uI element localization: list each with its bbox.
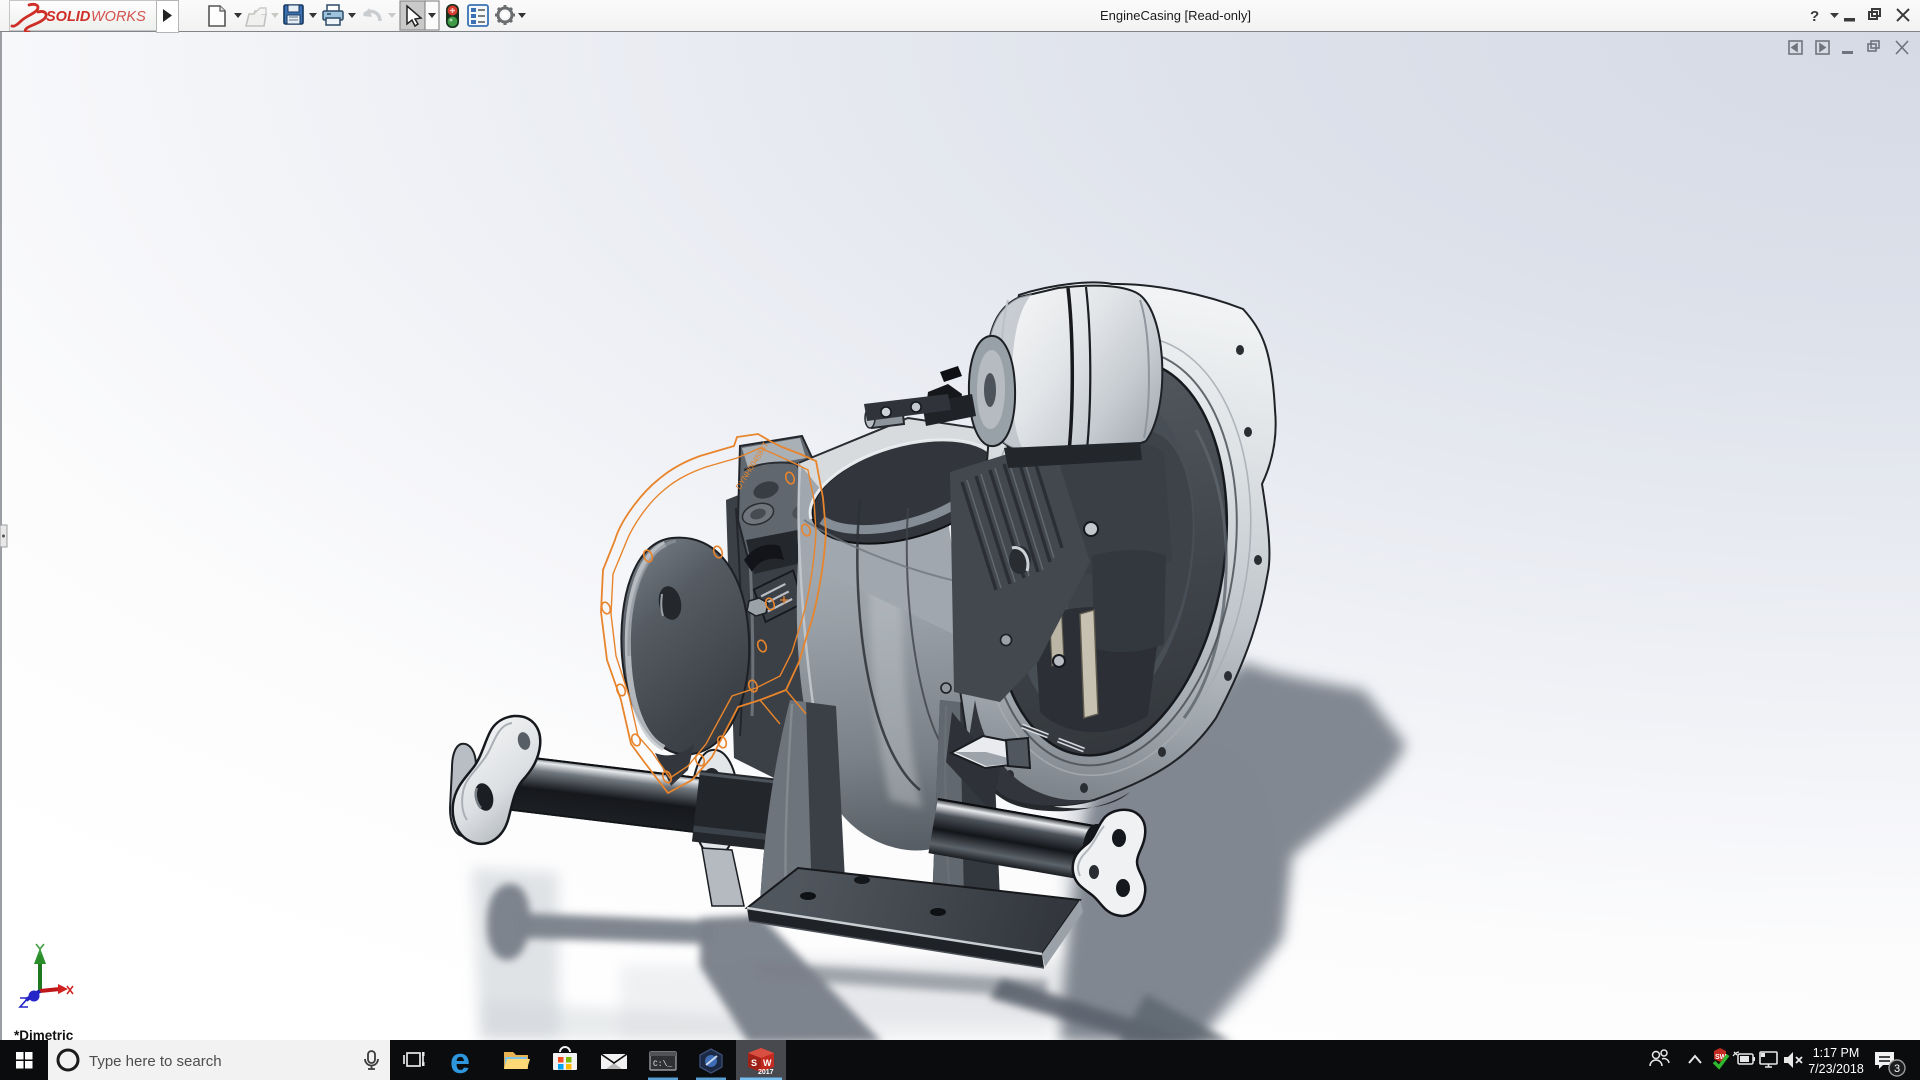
svg-text:*Dimetric: *Dimetric (14, 1028, 74, 1040)
svg-text:Type here to search: Type here to search (89, 1053, 222, 1070)
svg-text:?: ? (1810, 8, 1819, 25)
svg-text:WORKS: WORKS (91, 9, 146, 25)
svg-text:e: e (450, 1040, 470, 1080)
svg-text:1:17 PM: 1:17 PM (1813, 1046, 1860, 1060)
svg-text:C:\_: C:\_ (653, 1060, 672, 1069)
svg-text:S: S (751, 1058, 757, 1068)
svg-text:7/23/2018: 7/23/2018 (1808, 1062, 1864, 1076)
svg-text:2017: 2017 (758, 1069, 774, 1076)
svg-text:SOLID: SOLID (46, 9, 91, 25)
svg-text:3: 3 (1894, 1063, 1900, 1075)
svg-text:W: W (763, 1058, 772, 1068)
